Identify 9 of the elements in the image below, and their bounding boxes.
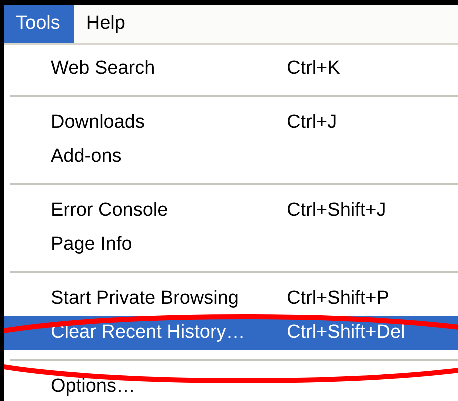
menu-item[interactable]: Page Info: [4, 228, 458, 262]
menu-item[interactable]: Downloads Ctrl+J: [4, 106, 458, 140]
menu-item[interactable]: Add-ons: [4, 140, 458, 174]
menu-item[interactable]: Error Console Ctrl+Shift+J: [4, 194, 458, 228]
menu-bar-item[interactable]: Help: [74, 5, 140, 43]
menu-bar-item[interactable]: Tools: [4, 5, 74, 43]
menu-item[interactable]: Options…: [4, 370, 458, 401]
menu-item[interactable]: Web Search Ctrl+K: [4, 52, 458, 86]
menu-item[interactable]: Start Private Browsing Ctrl+Shift+P: [4, 282, 458, 316]
